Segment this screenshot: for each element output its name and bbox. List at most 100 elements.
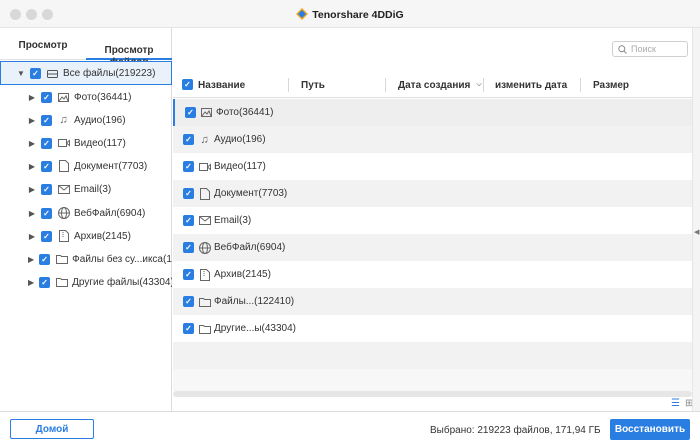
collapse-left-icon[interactable]: ◀ bbox=[694, 228, 699, 236]
globe-icon bbox=[57, 207, 70, 220]
search-input[interactable]: Поиск bbox=[612, 41, 688, 57]
folder-icon bbox=[198, 295, 211, 308]
row-checkbox[interactable]: ✓ bbox=[183, 134, 194, 145]
email-icon bbox=[57, 183, 70, 196]
tree-checkbox[interactable]: ✓ bbox=[41, 114, 52, 126]
row-checkbox[interactable]: ✓ bbox=[185, 107, 196, 118]
expand-right-icon[interactable]: ▶ bbox=[28, 185, 36, 194]
tree-checkbox[interactable]: ✓ bbox=[41, 160, 52, 172]
column-size[interactable]: Размер bbox=[593, 72, 629, 98]
vertical-scrollbar[interactable]: ◀ bbox=[692, 28, 700, 411]
tree-item-photo[interactable]: ▶ ✓ Фото(36441) bbox=[0, 85, 172, 109]
tree-item-audio[interactable]: ▶ ✓ ♫ Аудио(196) bbox=[0, 108, 172, 132]
recover-button[interactable]: Восстановить bbox=[610, 419, 690, 440]
row-checkbox[interactable]: ✓ bbox=[183, 215, 194, 226]
table-row[interactable]: ✓ ♫ Аудио(196) bbox=[173, 126, 692, 153]
search-placeholder: Поиск bbox=[631, 44, 656, 54]
expand-right-icon[interactable]: ▶ bbox=[28, 93, 36, 102]
column-divider[interactable] bbox=[288, 78, 289, 92]
row-name: Email(3) bbox=[214, 215, 252, 226]
table-row[interactable]: ✓ ВебФайл(6904) bbox=[173, 234, 692, 261]
tree-checkbox[interactable]: ✓ bbox=[41, 230, 52, 242]
table-row[interactable]: ✓ Видео(117) bbox=[173, 153, 692, 180]
tree-item-label: Архив(2145) bbox=[74, 230, 131, 242]
tree-item-label: Видео(117) bbox=[74, 137, 126, 149]
table-row-empty bbox=[173, 342, 692, 369]
tree-checkbox[interactable]: ✓ bbox=[41, 207, 52, 219]
sort-chevron-icon[interactable]: ⌵ bbox=[476, 81, 481, 89]
table-row[interactable]: ✓ Документ(7703) bbox=[173, 180, 692, 207]
tree-checkbox[interactable]: ✓ bbox=[41, 137, 52, 149]
table-row[interactable]: ✓ Другие...ы(43304) bbox=[173, 315, 692, 342]
row-name: Видео(117) bbox=[214, 161, 266, 172]
tab-preview[interactable]: Просмотр bbox=[0, 28, 86, 60]
horizontal-scrollbar[interactable] bbox=[173, 391, 692, 397]
home-button[interactable]: Домой bbox=[10, 419, 94, 439]
column-name[interactable]: Название bbox=[198, 72, 245, 98]
tree-checkbox[interactable]: ✓ bbox=[39, 276, 51, 288]
table-row[interactable]: ✓ Файлы...(122410) bbox=[173, 288, 692, 315]
row-checkbox[interactable]: ✓ bbox=[183, 323, 194, 334]
folder-icon bbox=[55, 276, 68, 289]
column-divider[interactable] bbox=[580, 78, 581, 92]
column-path[interactable]: Путь bbox=[301, 72, 325, 98]
document-icon bbox=[198, 187, 211, 200]
music-icon: ♫ bbox=[59, 114, 68, 126]
row-name: Документ(7703) bbox=[214, 188, 288, 199]
column-divider[interactable] bbox=[483, 78, 484, 92]
app-title: Tenorshare 4DDiG bbox=[0, 8, 700, 21]
tree-item-archive[interactable]: ▶ ✓ Архив(2145) bbox=[0, 224, 172, 248]
table-row[interactable]: ✓ Фото(36441) bbox=[173, 99, 692, 126]
list-view-icon[interactable]: ☰ bbox=[671, 398, 680, 409]
app-logo-icon bbox=[296, 8, 309, 20]
row-checkbox[interactable]: ✓ bbox=[183, 161, 194, 172]
expand-right-icon[interactable]: ▶ bbox=[28, 278, 34, 287]
table-row[interactable]: ✓ Email(3) bbox=[173, 207, 692, 234]
tree-item-label: Email(3) bbox=[74, 183, 112, 195]
tree-item-label: Другие файлы(43304) bbox=[72, 276, 172, 288]
expand-right-icon[interactable]: ▶ bbox=[28, 255, 34, 264]
expand-right-icon[interactable]: ▶ bbox=[28, 162, 36, 171]
tree-item-webfile[interactable]: ▶ ✓ ВебФайл(6904) bbox=[0, 201, 172, 225]
left-tabs: Просмотр Просмотр файлов bbox=[0, 28, 172, 68]
expand-right-icon[interactable]: ▶ bbox=[28, 116, 36, 125]
expand-right-icon[interactable]: ▶ bbox=[28, 139, 36, 148]
column-path-label: Путь bbox=[301, 79, 325, 91]
row-checkbox[interactable]: ✓ bbox=[183, 296, 194, 307]
email-icon bbox=[198, 214, 211, 227]
row-checkbox[interactable]: ✓ bbox=[183, 188, 194, 199]
row-checkbox[interactable]: ✓ bbox=[183, 269, 194, 280]
column-created-date[interactable]: Дата создания ⌵ bbox=[398, 72, 482, 98]
image-icon bbox=[57, 91, 70, 104]
tree-item-video[interactable]: ▶ ✓ Видео(117) bbox=[0, 131, 172, 155]
tree-item-all-files[interactable]: ▼ ✓ Все файлы(219223) bbox=[0, 61, 172, 85]
column-divider[interactable] bbox=[385, 78, 386, 92]
column-modified-date[interactable]: изменить дата bbox=[495, 72, 567, 98]
tree-checkbox[interactable]: ✓ bbox=[41, 91, 52, 103]
drive-icon bbox=[46, 67, 59, 80]
row-checkbox[interactable]: ✓ bbox=[183, 242, 194, 253]
tab-file-preview[interactable]: Просмотр файлов bbox=[86, 28, 172, 68]
tab-preview-label: Просмотр bbox=[18, 40, 68, 51]
image-icon bbox=[200, 106, 213, 119]
expand-right-icon[interactable]: ▶ bbox=[28, 209, 36, 218]
music-icon: ♫ bbox=[200, 133, 209, 146]
tree-item-label: Файлы без су...икса(12 bbox=[72, 253, 172, 265]
tree-checkbox[interactable]: ✓ bbox=[41, 183, 52, 195]
document-icon bbox=[57, 160, 70, 173]
tree-checkbox[interactable]: ✓ bbox=[39, 253, 51, 265]
tree-item-label: Документ(7703) bbox=[74, 160, 148, 172]
search-icon bbox=[618, 44, 627, 54]
expand-down-icon[interactable]: ▼ bbox=[17, 69, 25, 78]
table-row-empty bbox=[173, 369, 692, 391]
tree-item-no-extension[interactable]: ▶ ✓ Файлы без су...икса(12 bbox=[0, 247, 172, 271]
title-bar: Tenorshare 4DDiG bbox=[0, 0, 700, 28]
tree-item-document[interactable]: ▶ ✓ Документ(7703) bbox=[0, 154, 172, 178]
tree-item-email[interactable]: ▶ ✓ Email(3) bbox=[0, 177, 172, 201]
expand-right-icon[interactable]: ▶ bbox=[28, 232, 36, 241]
select-all-checkbox[interactable]: ✓ bbox=[182, 79, 193, 90]
tree-checkbox[interactable]: ✓ bbox=[30, 67, 41, 79]
row-name: Аудио(196) bbox=[214, 134, 266, 145]
tree-item-other[interactable]: ▶ ✓ Другие файлы(43304) bbox=[0, 270, 172, 294]
table-row[interactable]: ✓ Архив(2145) bbox=[173, 261, 692, 288]
